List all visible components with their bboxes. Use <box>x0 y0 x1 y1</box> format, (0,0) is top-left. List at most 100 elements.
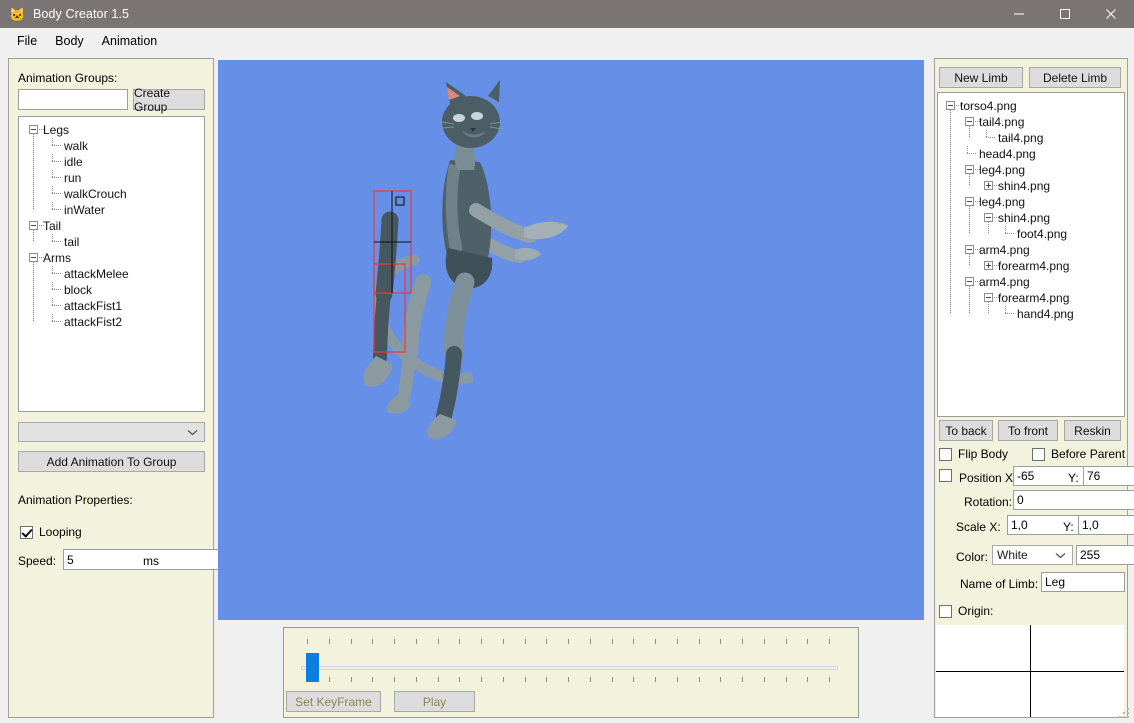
collapse-icon[interactable] <box>946 101 955 110</box>
new-limb-button[interactable]: New Limb <box>939 67 1023 88</box>
to-back-button[interactable]: To back <box>939 420 993 441</box>
tree-node[interactable]: inWater <box>19 202 204 218</box>
origin-checkbox[interactable]: Origin: <box>939 604 993 618</box>
rotation-input[interactable] <box>1013 490 1134 510</box>
name-of-limb-input[interactable] <box>1041 572 1125 592</box>
rotation-label: Rotation: <box>964 495 1013 509</box>
tree-node[interactable]: tail4.png <box>938 130 1124 146</box>
before-parent-checkbox[interactable]: Before Parent <box>1032 447 1125 461</box>
looping-label: Looping <box>39 525 82 539</box>
origin-preview[interactable] <box>936 625 1124 717</box>
animation-select[interactable] <box>18 422 205 442</box>
timeline-tick <box>481 639 482 644</box>
tree-node[interactable]: idle <box>19 154 204 170</box>
animation-groups-tree[interactable]: Legs walk idle run walkCrouch inWater Tail tail… <box>18 116 205 412</box>
tree-connector <box>967 146 968 154</box>
timeline-tick <box>742 639 743 644</box>
expand-icon[interactable] <box>984 261 993 270</box>
animation-properties-label: Animation Properties: <box>18 493 133 507</box>
maximize-icon[interactable] <box>1042 0 1088 28</box>
limb-tree[interactable]: torso4.png tail4.png tail4.png head4.png leg… <box>937 92 1125 417</box>
timeline-tick <box>372 677 374 682</box>
timeline-thumb[interactable] <box>306 653 320 682</box>
timeline-tick <box>655 677 656 682</box>
position-y-input[interactable] <box>1083 466 1134 486</box>
tree-node[interactable]: arm4.png <box>938 274 1124 290</box>
timeline-track[interactable] <box>301 666 838 670</box>
play-button[interactable]: Play <box>394 691 475 712</box>
alpha-stepper[interactable] <box>1076 545 1134 565</box>
character-canvas[interactable] <box>218 60 924 620</box>
tree-connector <box>967 153 976 154</box>
tree-node[interactable]: Legs <box>19 122 204 138</box>
tree-node[interactable]: Arms <box>19 250 204 266</box>
speed-stepper[interactable] <box>63 549 234 570</box>
position-checkbox[interactable] <box>939 469 952 482</box>
looping-checkbox-box <box>20 525 33 539</box>
position-y-stepper[interactable] <box>1083 466 1134 486</box>
timeline-tick <box>676 639 678 644</box>
set-keyframe-button[interactable]: Set KeyFrame <box>286 691 381 712</box>
tree-node[interactable]: foot4.png <box>938 226 1124 242</box>
tree-node[interactable]: shin4.png <box>938 178 1124 194</box>
collapse-icon[interactable] <box>29 253 38 262</box>
menu-item-animation[interactable]: Animation <box>93 30 167 52</box>
to-front-button[interactable]: To front <box>998 420 1058 441</box>
resize-grip[interactable] <box>1119 708 1131 720</box>
tree-node[interactable]: tail <box>19 234 204 250</box>
collapse-icon[interactable] <box>29 125 38 134</box>
tree-node[interactable]: block <box>19 282 204 298</box>
tree-node[interactable]: walkCrouch <box>19 186 204 202</box>
looping-checkbox[interactable]: Looping <box>20 525 82 539</box>
tree-node-label: shin4.png <box>998 211 1051 225</box>
collapse-icon[interactable] <box>965 165 974 174</box>
tree-node[interactable]: forearm4.png <box>938 290 1124 306</box>
collapse-icon[interactable] <box>984 213 993 222</box>
collapse-icon[interactable] <box>965 117 974 126</box>
minimize-icon[interactable] <box>996 0 1042 28</box>
tree-node[interactable]: leg4.png <box>938 194 1124 210</box>
tree-node-label: inWater <box>64 203 105 217</box>
tree-node[interactable]: leg4.png <box>938 162 1124 178</box>
collapse-icon[interactable] <box>984 293 993 302</box>
group-name-input[interactable] <box>18 89 128 110</box>
tree-node[interactable]: Tail <box>19 218 204 234</box>
tree-node[interactable]: forearm4.png <box>938 258 1124 274</box>
scale-x-stepper[interactable] <box>1007 515 1134 535</box>
create-group-button[interactable]: Create Group <box>133 86 205 114</box>
tree-node[interactable]: arm4.png <box>938 242 1124 258</box>
collapse-icon[interactable] <box>29 221 38 230</box>
add-animation-to-group-button[interactable]: Add Animation To Group <box>18 451 205 472</box>
scale-y-input[interactable] <box>1078 515 1134 535</box>
collapse-icon[interactable] <box>965 197 974 206</box>
expand-icon[interactable] <box>984 181 993 190</box>
alpha-input[interactable] <box>1076 545 1134 565</box>
tree-trunk <box>969 254 970 266</box>
tree-node[interactable]: attackFist2 <box>19 314 204 330</box>
tree-node[interactable]: head4.png <box>938 146 1124 162</box>
position-x-stepper[interactable] <box>1013 466 1134 486</box>
tree-node[interactable]: torso4.png <box>938 98 1124 114</box>
tree-node[interactable]: shin4.png <box>938 210 1124 226</box>
tree-node[interactable]: attackFist1 <box>19 298 204 314</box>
collapse-icon[interactable] <box>965 245 974 254</box>
tree-node[interactable]: hand4.png <box>938 306 1124 322</box>
flip-body-checkbox[interactable]: Flip Body <box>939 447 1008 461</box>
collapse-icon[interactable] <box>965 277 974 286</box>
speed-unit-label: ms <box>143 554 159 568</box>
tree-node[interactable]: tail4.png <box>938 114 1124 130</box>
menu-item-file[interactable]: File <box>8 30 46 52</box>
close-icon[interactable] <box>1088 0 1134 28</box>
rotation-stepper[interactable] <box>1013 490 1134 510</box>
scale-y-stepper[interactable] <box>1078 515 1134 535</box>
menu-item-body[interactable]: Body <box>46 30 93 52</box>
delete-limb-button[interactable]: Delete Limb <box>1029 67 1121 88</box>
tree-node[interactable]: walk <box>19 138 204 154</box>
timeline-tick <box>742 677 743 682</box>
tree-node[interactable]: attackMelee <box>19 266 204 282</box>
origin-label: Origin: <box>958 604 994 618</box>
color-select[interactable]: White <box>992 545 1073 565</box>
tree-node-label: leg4.png <box>979 163 1026 177</box>
tree-node[interactable]: run <box>19 170 204 186</box>
reskin-button[interactable]: Reskin <box>1064 420 1121 441</box>
